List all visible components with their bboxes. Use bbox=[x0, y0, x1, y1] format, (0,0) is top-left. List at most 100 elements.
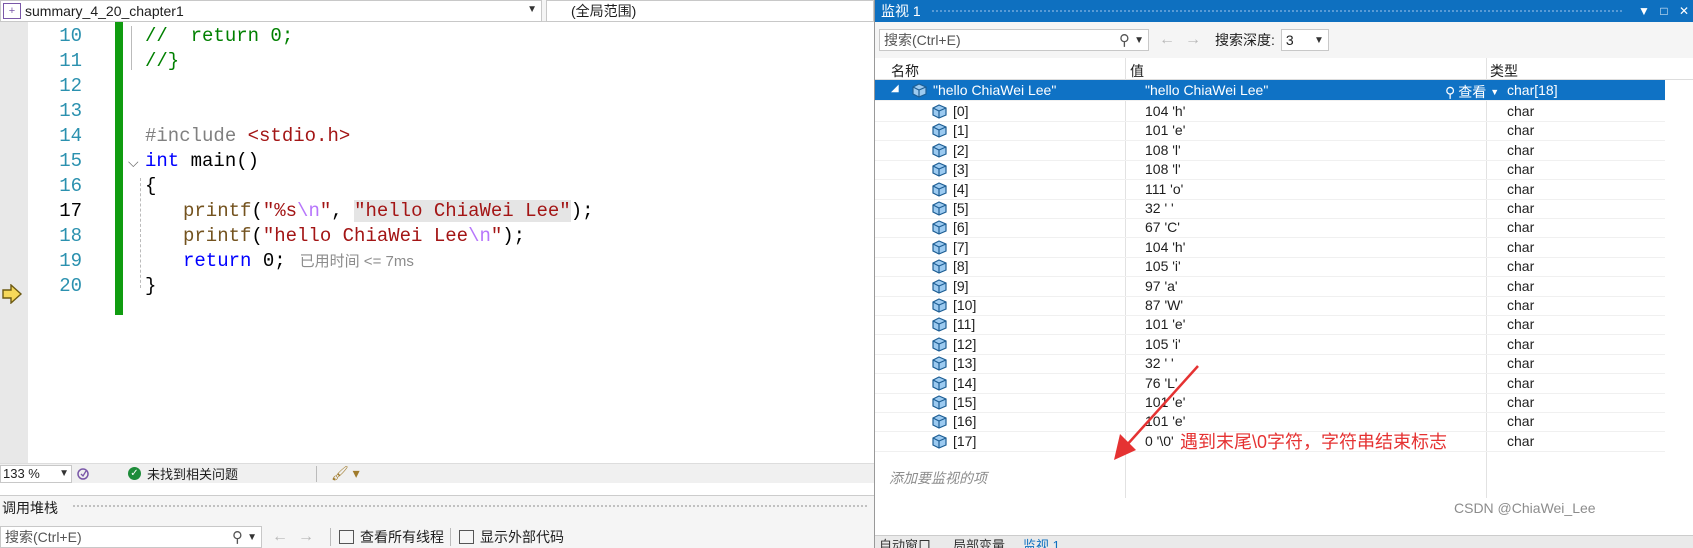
watch-value: 32 ' ' bbox=[1145, 200, 1174, 216]
add-watch-placeholder[interactable]: 添加要监视的项 bbox=[889, 468, 987, 488]
watch-element-row[interactable]: [11] 101 'e' char bbox=[875, 314, 1665, 336]
code-line-14[interactable]: #include <stdio.h> bbox=[145, 125, 350, 147]
watch-element-row[interactable]: [14] 76 'L' char bbox=[875, 373, 1665, 394]
code-line-15[interactable]: int main() bbox=[145, 150, 259, 172]
watch-element-row[interactable]: [2] 108 'l' char bbox=[875, 140, 1665, 161]
tab-locals[interactable]: 局部变量 bbox=[953, 535, 1005, 548]
watch-title-bar[interactable]: 监视 1 ▼ □ ✕ bbox=[875, 0, 1693, 22]
watch-type: char bbox=[1507, 297, 1535, 313]
issues-indicator[interactable]: ✓ 未找到相关问题 bbox=[128, 464, 238, 483]
search-navigation-arrows[interactable]: ←→ bbox=[272, 528, 324, 546]
watch-root-row[interactable]: ◢ "hello ChiaWei Lee" "hello ChiaWei Lee… bbox=[875, 80, 1665, 101]
column-header-value[interactable]: 值 bbox=[1130, 61, 1144, 81]
watch-element-row[interactable]: [9] 97 'a' char bbox=[875, 276, 1665, 297]
search-navigation-arrows[interactable]: ←→ bbox=[1159, 31, 1211, 49]
variable-cube-icon bbox=[932, 298, 947, 313]
include-header: <stdio.h> bbox=[247, 125, 351, 147]
watch-name: [10] bbox=[953, 297, 977, 313]
watch-type: char bbox=[1507, 355, 1535, 372]
perf-tip[interactable]: 已用时间 <= 7ms bbox=[300, 253, 414, 270]
maximize-icon[interactable]: □ bbox=[1654, 4, 1674, 18]
watch-element-row[interactable]: [0] 104 'h' char bbox=[875, 101, 1665, 122]
code-line-10[interactable]: // return 0; bbox=[145, 25, 293, 47]
call-stack-toolbar: 搜索(Ctrl+E) ⚲ ▼ ←→ 查看所有线程 显示外部代码 bbox=[0, 524, 874, 548]
call-stack-search[interactable]: 搜索(Ctrl+E) ⚲ ▼ bbox=[0, 525, 262, 548]
watch-element-row[interactable]: [13] 32 ' ' char bbox=[875, 353, 1665, 375]
line-number: 12 bbox=[59, 75, 82, 97]
watch-element-row[interactable]: [7] 104 'h' char bbox=[875, 237, 1665, 258]
watch-element-row[interactable]: [15]101 'e'char bbox=[875, 392, 1665, 413]
inspect-button[interactable]: ⚲ 查看 ▼ bbox=[1445, 82, 1499, 102]
chevron-down-icon: ▼ bbox=[1490, 87, 1500, 97]
search-icon[interactable]: ⚲ bbox=[232, 528, 243, 546]
watch-element-row[interactable]: [6] 67 'C' char bbox=[875, 217, 1665, 239]
drag-handle[interactable] bbox=[72, 504, 868, 509]
watch-element-row[interactable]: [10] 87 'W' char bbox=[875, 295, 1665, 316]
zoom-dropdown[interactable]: 133 % ▼ bbox=[0, 464, 72, 483]
collapse-triangle-icon[interactable]: ◢ bbox=[891, 83, 899, 94]
watch-name: [9] bbox=[953, 277, 969, 294]
watch-element-row[interactable]: [5] 32 ' ' char bbox=[875, 198, 1665, 219]
variable-cube-icon bbox=[932, 104, 947, 119]
keyword: return bbox=[183, 250, 252, 272]
watch-name: [6] bbox=[953, 219, 969, 236]
watch-element-row[interactable]: [4] 111 'o' char bbox=[875, 179, 1665, 200]
column-header-type[interactable]: 类型 bbox=[1490, 61, 1518, 81]
code-editor: + summary_4_20_chapter1 ▼ (全局范围) 10 11 1… bbox=[0, 0, 874, 463]
editor-status-bar: 133 % ▼ ✓ 未找到相关问题 🖌 ▾ bbox=[0, 463, 874, 483]
collapse-icon[interactable]: ⌵ bbox=[128, 156, 139, 172]
dropdown-icon[interactable]: ▼ bbox=[1634, 4, 1654, 18]
code-line-11[interactable]: //} bbox=[145, 50, 179, 72]
code-line-18[interactable]: printf("hello ChiaWei Lee\n"); bbox=[183, 225, 525, 247]
string-literal: " bbox=[319, 200, 332, 222]
paren: ); bbox=[570, 200, 594, 222]
cleanup-brush-icon[interactable]: 🖌 ▾ bbox=[331, 465, 360, 482]
project-dropdown[interactable]: + summary_4_20_chapter1 ▼ bbox=[0, 0, 542, 22]
code-line-16[interactable]: { bbox=[145, 175, 156, 197]
watch-name: [4] bbox=[953, 180, 969, 197]
external-code-icon bbox=[459, 529, 474, 544]
brace: { bbox=[145, 175, 157, 197]
watch-search[interactable]: 搜索(Ctrl+E) ⚲ ▼ bbox=[879, 29, 1149, 51]
tab-autos[interactable]: 自动窗口 bbox=[879, 535, 931, 548]
watch-element-row[interactable]: [1] 101 'e' char bbox=[875, 120, 1665, 142]
variable-cube-icon bbox=[932, 356, 947, 371]
watch-value: 111 'o' bbox=[1145, 180, 1184, 197]
view-all-threads-button[interactable]: 查看所有线程 bbox=[339, 527, 444, 547]
variable-cube-icon bbox=[932, 123, 947, 139]
watch-value: 108 'l' bbox=[1145, 141, 1181, 158]
watch-element-row[interactable]: [3] 108 'l' char bbox=[875, 159, 1665, 181]
watch-type: char bbox=[1507, 413, 1535, 430]
watch-window: 监视 1 ▼ □ ✕ 搜索(Ctrl+E) ⚲ ▼ ←→ 搜索深度: 3 ▼ 名… bbox=[874, 0, 1693, 548]
watch-grid-header: 名称 值 类型 bbox=[875, 58, 1693, 80]
variable-cube-icon bbox=[932, 259, 947, 274]
watch-type: char bbox=[1507, 258, 1535, 275]
chevron-down-icon[interactable]: ▼ bbox=[1134, 35, 1144, 46]
chevron-down-icon[interactable]: ▼ bbox=[247, 532, 257, 543]
watch-element-row[interactable]: [12] 105 'i' char bbox=[875, 334, 1665, 355]
escape-sequence: \n bbox=[468, 225, 491, 247]
watch-type: char bbox=[1507, 432, 1535, 449]
close-icon[interactable]: ✕ bbox=[1674, 4, 1693, 18]
watch-element-row[interactable]: [8] 105 'i' char bbox=[875, 256, 1665, 278]
tab-watch-1[interactable]: 监视 1 bbox=[1023, 535, 1060, 548]
code-line-20[interactable]: } bbox=[145, 275, 156, 297]
show-external-code-button[interactable]: 显示外部代码 bbox=[459, 527, 564, 547]
indicator-margin[interactable] bbox=[0, 22, 28, 463]
watch-value: 101 'e' bbox=[1145, 122, 1186, 139]
selected-string-literal[interactable]: "hello ChiaWei Lee" bbox=[354, 200, 571, 222]
code-line-17[interactable]: printf("%s\n", "hello ChiaWei Lee"); bbox=[183, 200, 594, 222]
scope-dropdown[interactable]: (全局范围) bbox=[546, 0, 874, 22]
search-icon[interactable]: ⚲ bbox=[1119, 31, 1130, 49]
issues-text: 未找到相关问题 bbox=[147, 467, 239, 482]
intellicode-icon[interactable] bbox=[76, 467, 90, 481]
string-literal: "hello ChiaWei Lee bbox=[262, 225, 469, 247]
code-line-19[interactable]: return 0; 已用时间 <= 7ms bbox=[183, 250, 414, 272]
watch-name: [5] bbox=[953, 200, 969, 216]
variable-cube-icon bbox=[932, 278, 947, 294]
magnifier-icon: ⚲ bbox=[1445, 83, 1456, 100]
divider bbox=[330, 527, 331, 546]
comment: // return 0; bbox=[145, 25, 294, 47]
search-depth-dropdown[interactable]: 3 ▼ bbox=[1280, 29, 1329, 51]
column-header-name[interactable]: 名称 bbox=[891, 61, 919, 81]
